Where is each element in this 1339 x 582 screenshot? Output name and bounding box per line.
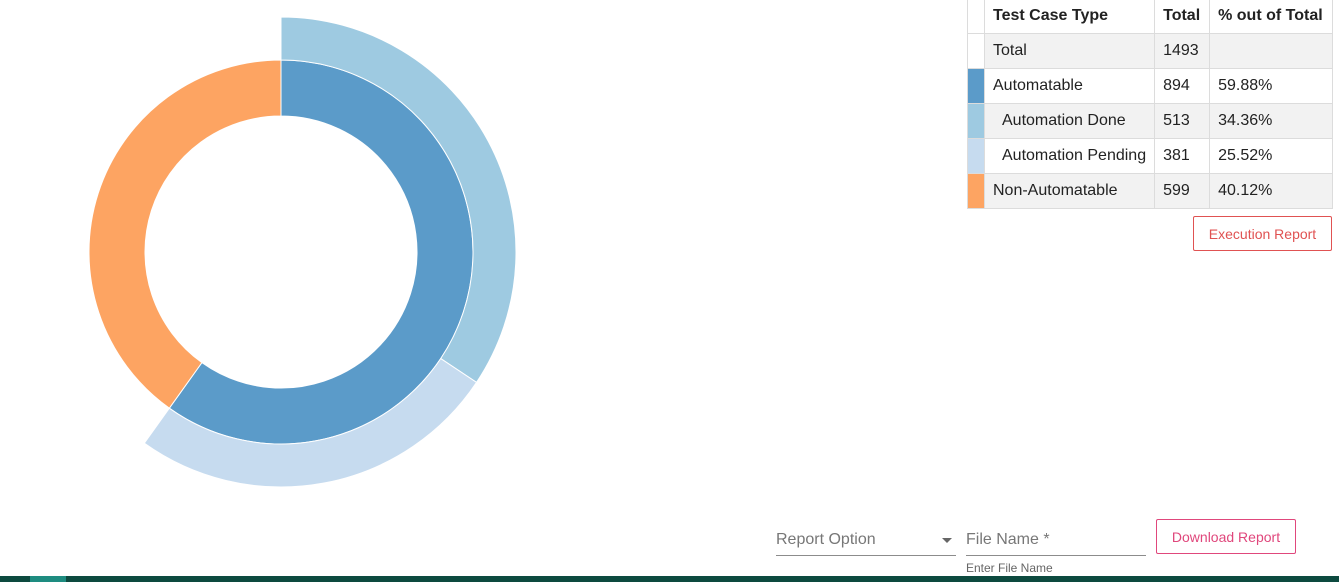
color-swatch bbox=[967, 138, 985, 174]
execution-report-button[interactable]: Execution Report bbox=[1193, 216, 1332, 251]
color-swatch bbox=[967, 173, 985, 209]
row-total: 1493 bbox=[1154, 33, 1211, 69]
row-percent: 59.88% bbox=[1209, 68, 1334, 104]
row-percent bbox=[1209, 33, 1334, 69]
download-report-button[interactable]: Download Report bbox=[1156, 519, 1296, 554]
bottom-bar bbox=[0, 576, 1339, 582]
header-percent: % out of Total bbox=[1209, 0, 1334, 34]
row-percent: 40.12% bbox=[1209, 173, 1334, 209]
bottom-tab-indicator bbox=[30, 576, 66, 582]
row-total: 599 bbox=[1154, 173, 1211, 209]
table-header-row: Test Case Type Total % out of Total bbox=[967, 0, 1334, 34]
table-row: Non-Automatable 599 40.12% bbox=[967, 173, 1334, 209]
row-label: Automation Done bbox=[983, 103, 1156, 139]
table-row: Total 1493 bbox=[967, 33, 1334, 69]
row-label: Non-Automatable bbox=[983, 173, 1156, 209]
test-case-summary-table: Test Case Type Total % out of Total Tota… bbox=[967, 0, 1334, 209]
color-swatch bbox=[967, 33, 985, 69]
slice-non-automatable[interactable] bbox=[88, 59, 282, 409]
table-row: Automation Pending 381 25.52% bbox=[967, 138, 1334, 174]
report-option-select[interactable]: Report Option bbox=[776, 523, 956, 556]
color-swatch bbox=[967, 103, 985, 139]
row-percent: 25.52% bbox=[1209, 138, 1334, 174]
color-swatch bbox=[967, 68, 985, 104]
table-row: Automation Done 513 34.36% bbox=[967, 103, 1334, 139]
file-name-hint: Enter File Name bbox=[966, 561, 1053, 575]
chevron-down-icon[interactable] bbox=[942, 538, 952, 543]
swatch-header bbox=[967, 0, 985, 34]
row-total: 381 bbox=[1154, 138, 1211, 174]
row-label: Automation Pending bbox=[983, 138, 1156, 174]
row-percent: 34.36% bbox=[1209, 103, 1334, 139]
report-option-label: Report Option bbox=[776, 531, 876, 548]
file-name-input[interactable] bbox=[966, 527, 1146, 553]
row-total: 513 bbox=[1154, 103, 1211, 139]
header-test-case-type: Test Case Type bbox=[983, 0, 1156, 34]
row-label: Total bbox=[983, 33, 1156, 69]
sunburst-chart bbox=[88, 16, 517, 488]
row-label: Automatable bbox=[983, 68, 1156, 104]
row-total: 894 bbox=[1154, 68, 1211, 104]
header-total: Total bbox=[1154, 0, 1211, 34]
file-name-field bbox=[966, 523, 1146, 556]
table-row: Automatable 894 59.88% bbox=[967, 68, 1334, 104]
